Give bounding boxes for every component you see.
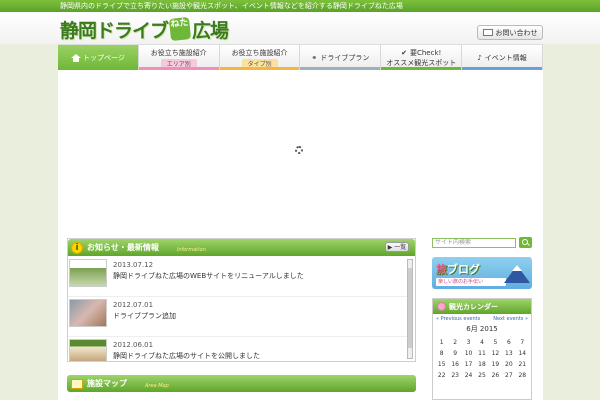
site-logo[interactable]: 静岡ドライブ ねた 広場 — [60, 16, 229, 42]
contact-label: お問い合わせ — [495, 28, 538, 37]
calendar-day[interactable]: 12 — [489, 350, 502, 357]
glasses-icon: ⚭ — [311, 53, 318, 62]
calendar-day[interactable]: 26 — [489, 372, 502, 379]
calendar-day[interactable]: 27 — [502, 372, 515, 379]
news-thumbnail[interactable] — [69, 299, 107, 327]
calendar-day[interactable]: 6 — [502, 339, 515, 346]
news-box: i お知らせ・最新情報 Information ▶ 一覧 2013.07.12 … — [67, 238, 416, 362]
calendar-day[interactable]: 1 — [435, 339, 448, 346]
calendar-day[interactable]: 5 — [489, 339, 502, 346]
news-thumbnail[interactable] — [69, 339, 107, 361]
loading-spinner-icon — [295, 146, 303, 154]
calendar-day[interactable]: 24 — [462, 372, 475, 379]
top-strip: 静岡県内のドライブで立ち寄りたい施設や観光スポット、イベント情報などを紹介する静… — [0, 0, 600, 12]
nav-top[interactable]: トップページ — [58, 45, 139, 70]
news-date: 2012.07.01 — [113, 301, 154, 309]
calendar-day[interactable]: 21 — [516, 361, 529, 368]
top-strip-text: 静岡県内のドライブで立ち寄りたい施設や観光スポット、イベント情報などを紹介する静… — [60, 2, 403, 10]
calendar-title: 観光カレンダー — [449, 302, 498, 311]
calendar-nav: « Previous events Next events » — [433, 314, 531, 324]
banner-title: 旅ブログ — [436, 263, 480, 276]
nav-events[interactable]: ♪ イベント情報 — [462, 45, 543, 70]
calendar-day[interactable]: 25 — [475, 372, 488, 379]
flower-icon — [437, 302, 446, 311]
calendar-day[interactable]: 3 — [462, 339, 475, 346]
news-title: お知らせ・最新情報 — [87, 243, 159, 252]
nav-label: イベント情報 — [484, 53, 527, 62]
news-more-button[interactable]: ▶ 一覧 — [385, 242, 409, 252]
calendar-day[interactable]: 7 — [516, 339, 529, 346]
calendar-month: 6月 2015 — [466, 325, 498, 333]
calendar-grid: 1 2 3 4 5 6 7 8 9 10 11 12 13 14 15 16 17 18 19 20 21 22 23 24 2… — [433, 334, 531, 380]
nav-label: お役立ち施設紹介 — [150, 48, 207, 57]
home-icon — [70, 53, 81, 62]
calendar-day[interactable]: 13 — [502, 350, 515, 357]
search-button[interactable] — [519, 237, 532, 248]
fuji-snow-icon — [512, 265, 522, 271]
music-note-icon: ♪ — [477, 53, 482, 62]
calendar-day[interactable]: 8 — [435, 350, 448, 357]
prev-events-link[interactable]: « Previous events — [436, 316, 480, 322]
nav-facility-area[interactable]: お役立ち施設紹介 エリア別 — [138, 45, 220, 70]
banner-subtitle: 楽しい旅のお手伝い — [436, 278, 506, 286]
calendar-day[interactable]: 17 — [462, 361, 475, 368]
nav-label: トップページ — [82, 53, 125, 62]
header: 静岡ドライブ ねた 広場 お問い合わせ — [0, 12, 600, 44]
news-date: 2013.07.12 — [113, 261, 154, 269]
info-icon: i — [71, 241, 83, 254]
news-link[interactable]: ドライブプラン追加 — [113, 311, 176, 321]
calendar-day[interactable]: 4 — [475, 339, 488, 346]
calendar-day[interactable]: 9 — [448, 350, 461, 357]
nav-label: 要Check! — [409, 48, 442, 57]
nav-label: お役立ち施設紹介 — [231, 48, 288, 57]
logo-badge: ねた — [168, 17, 192, 41]
calendar-day[interactable]: 16 — [448, 361, 461, 368]
logo-text-1: 静岡ドライブ — [60, 19, 169, 42]
calendar-day[interactable]: 10 — [462, 350, 475, 357]
nav-drive-plan[interactable]: ⚭ ドライブプラン — [300, 45, 382, 70]
logo-text-2: 広場 — [192, 19, 229, 42]
news-thumbnail[interactable] — [69, 259, 107, 287]
calendar-day[interactable]: 2 — [448, 339, 461, 346]
calendar-day[interactable]: 14 — [516, 350, 529, 357]
news-item[interactable]: 2012.06.01 静岡ドライブねた広場のサイトを公開しました — [68, 337, 407, 361]
scrollbar-thumb[interactable] — [408, 268, 412, 348]
news-subtitle: Information — [176, 247, 206, 253]
news-date: 2012.06.01 — [113, 341, 154, 349]
event-calendar: 観光カレンダー « Previous events Next events » … — [432, 298, 532, 400]
news-link[interactable]: 静岡ドライブねた広場のWEBサイトをリニューアルしました — [113, 271, 304, 281]
nav-label-2: オススメ観光スポット — [386, 58, 457, 67]
calendar-day[interactable]: 18 — [475, 361, 488, 368]
search-input[interactable]: サイト内検索 — [432, 238, 516, 248]
global-nav: トップページ お役立ち施設紹介 エリア別 お役立ち施設紹介 タイプ別 ⚭ ドライ… — [58, 44, 543, 70]
news-list: 2013.07.12 静岡ドライブねた広場のWEBサイトをリニューアルしました … — [68, 257, 407, 361]
nav-spots[interactable]: ✔ 要Check! オススメ観光スポット — [381, 45, 463, 70]
facility-map-header: 施設マップ Area Map — [67, 375, 416, 392]
calendar-day[interactable]: 22 — [435, 372, 448, 379]
calendar-header: 観光カレンダー — [433, 299, 531, 314]
news-link[interactable]: 静岡ドライブねた広場のサイトを公開しました — [113, 351, 260, 361]
news-header: i お知らせ・最新情報 Information ▶ 一覧 — [68, 239, 415, 256]
nav-facility-type[interactable]: お役立ち施設紹介 タイプ別 — [219, 45, 301, 70]
next-events-link[interactable]: Next events » — [493, 316, 528, 322]
calendar-day[interactable]: 23 — [448, 372, 461, 379]
calendar-day[interactable]: 20 — [502, 361, 515, 368]
map-icon — [71, 378, 83, 389]
news-item[interactable]: 2013.07.12 静岡ドライブねた広場のWEBサイトをリニューアルしました — [68, 257, 407, 297]
news-item[interactable]: 2012.07.01 ドライブプラン追加 — [68, 297, 407, 337]
calendar-day[interactable]: 11 — [475, 350, 488, 357]
nav-label: ドライブプラン — [320, 53, 370, 62]
tabi-blog-banner[interactable]: 旅ブログ 楽しい旅のお手伝い — [432, 257, 532, 289]
check-icon: ✔ — [401, 48, 407, 57]
calendar-day[interactable]: 19 — [489, 361, 502, 368]
calendar-day[interactable]: 15 — [435, 361, 448, 368]
news-scrollbar[interactable] — [407, 259, 413, 359]
facility-map-subtitle: Area Map — [145, 383, 169, 389]
mail-icon — [482, 29, 493, 36]
contact-button[interactable]: お問い合わせ — [477, 25, 543, 40]
calendar-day[interactable]: 28 — [516, 372, 529, 379]
facility-map-title: 施設マップ — [87, 379, 127, 388]
